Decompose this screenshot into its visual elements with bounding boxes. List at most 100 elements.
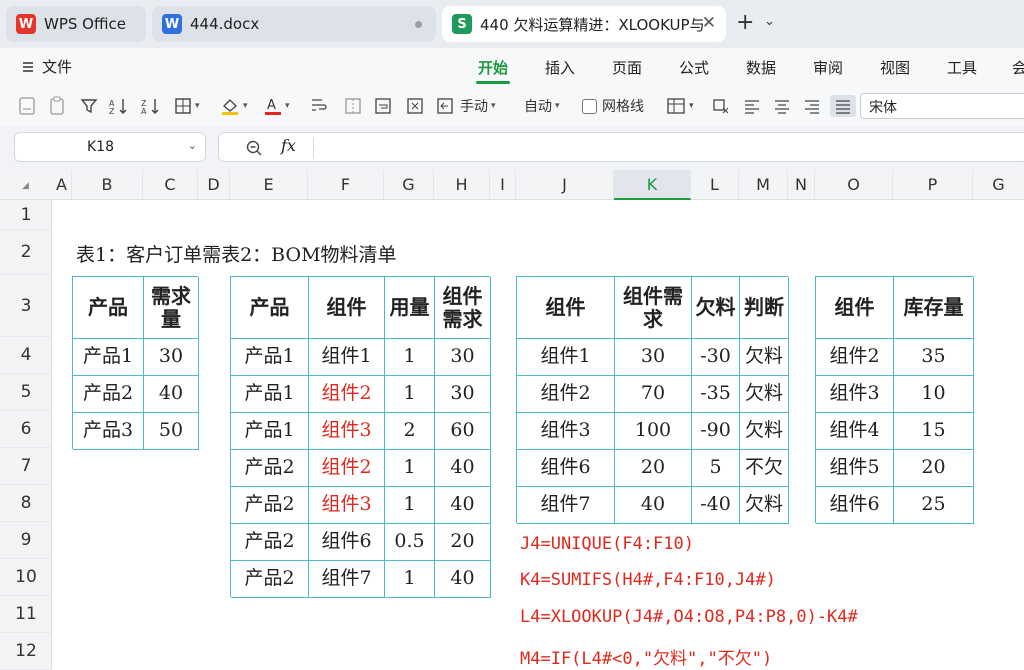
table-header-cell[interactable]: 需求量	[144, 277, 199, 339]
column-header-K[interactable]: K	[614, 170, 691, 200]
merge-cells-button[interactable]	[344, 95, 362, 117]
column-header-F[interactable]: F	[308, 170, 384, 200]
table-cell[interactable]: 产品2	[73, 376, 144, 413]
table-header-cell[interactable]: 组件	[816, 277, 894, 339]
table-cell[interactable]: 50	[144, 413, 199, 450]
tab-list-chevron-icon[interactable]: ⌄	[764, 14, 775, 29]
table-cell[interactable]: 2	[385, 413, 435, 450]
menu-review[interactable]: 审阅	[813, 57, 843, 78]
manual-row-height-button[interactable]: 手动 ▾	[436, 95, 496, 117]
column-header-D[interactable]: D	[198, 170, 230, 200]
table-cell[interactable]: 40	[435, 487, 491, 524]
table-cell[interactable]: 组件7	[517, 487, 615, 524]
table-cell[interactable]: 组件1	[309, 339, 385, 376]
chevron-down-icon[interactable]: ⌄	[188, 139, 197, 152]
table-header-cell[interactable]: 产品	[231, 277, 309, 339]
table-cell[interactable]: 组件6	[517, 450, 615, 487]
menu-member[interactable]: 会	[1012, 57, 1024, 78]
table-header-cell[interactable]: 库存量	[894, 277, 974, 339]
column-header-H[interactable]: H	[434, 170, 490, 200]
table-cell[interactable]: 组件2	[309, 450, 385, 487]
table-header-cell[interactable]: 判断	[740, 277, 789, 339]
column-header-G[interactable]: G	[384, 170, 434, 200]
row-header-8[interactable]: 8	[0, 485, 52, 522]
table-cell[interactable]: 0.5	[385, 524, 435, 561]
table-cell[interactable]: 组件5	[816, 450, 894, 487]
table-cell[interactable]: 1	[385, 450, 435, 487]
table-cell[interactable]: 欠料	[740, 339, 789, 376]
new-tab-button[interactable]: +	[736, 12, 754, 34]
fill-color-button[interactable]: ▾	[220, 95, 248, 117]
table-cell[interactable]: 20	[615, 450, 692, 487]
fx-icon[interactable]: fx	[281, 136, 296, 155]
table-cell[interactable]: 40	[435, 450, 491, 487]
auto-row-height-button[interactable]: 自动 ▾	[524, 95, 560, 117]
table-cell[interactable]: 35	[894, 339, 974, 376]
align-justify-button[interactable]	[830, 95, 856, 117]
table-cell[interactable]: 组件1	[517, 339, 615, 376]
row-header-2[interactable]: 2	[0, 230, 52, 275]
row-header-9[interactable]: 9	[0, 522, 52, 559]
format-number-button[interactable]	[18, 95, 36, 117]
table-cell[interactable]: 40	[615, 487, 692, 524]
align-left-button[interactable]	[744, 95, 760, 117]
table-cell[interactable]: 产品3	[73, 413, 144, 450]
align-right-button[interactable]	[804, 95, 820, 117]
column-header-E[interactable]: E	[230, 170, 308, 200]
column-header-M[interactable]: M	[739, 170, 788, 200]
line-break-button[interactable]	[374, 95, 392, 117]
formula-input[interactable]: fx	[218, 132, 1024, 162]
font-color-button[interactable]: A ▾	[264, 95, 290, 117]
table-cell[interactable]: 产品2	[231, 524, 309, 561]
table-cell[interactable]: 20	[894, 450, 974, 487]
table-header-cell[interactable]: 用量	[385, 277, 435, 339]
row-header-1[interactable]: 1	[0, 200, 52, 230]
zoom-icon[interactable]	[245, 139, 263, 157]
name-box[interactable]: K18 ⌄	[14, 132, 206, 162]
column-header-C[interactable]: C	[143, 170, 198, 200]
table-cell[interactable]: 25	[894, 487, 974, 524]
table-cell[interactable]: 不欠	[740, 450, 789, 487]
menu-page[interactable]: 页面	[612, 57, 642, 78]
table-cell[interactable]: -40	[692, 487, 740, 524]
table-cell[interactable]: 15	[894, 413, 974, 450]
table-cell[interactable]: 产品1	[73, 339, 144, 376]
row-header-11[interactable]: 11	[0, 596, 52, 633]
gridlines-toggle[interactable]: 网格线	[582, 95, 644, 117]
align-center-button[interactable]	[774, 95, 790, 117]
tab-wps-office[interactable]: W WPS Office	[6, 6, 146, 42]
table-cell[interactable]: 20	[435, 524, 491, 561]
table-cell[interactable]: 组件3	[816, 376, 894, 413]
menu-data[interactable]: 数据	[746, 57, 776, 78]
table-cell[interactable]: 产品1	[231, 413, 309, 450]
wrap-text-button[interactable]	[310, 95, 328, 117]
table-cell[interactable]: 组件2	[816, 339, 894, 376]
table-cell[interactable]: 40	[435, 561, 491, 598]
table-cell[interactable]: 欠料	[740, 376, 789, 413]
sort-ascending-button[interactable]: AZ	[108, 95, 130, 117]
table-cell[interactable]: 1	[385, 487, 435, 524]
column-header-B[interactable]: B	[72, 170, 143, 200]
table-cell[interactable]: 30	[144, 339, 199, 376]
table-cell[interactable]: -35	[692, 376, 740, 413]
table-cell[interactable]: 组件3	[309, 413, 385, 450]
table-header-cell[interactable]: 组件需求	[615, 277, 692, 339]
table-cell[interactable]: 欠料	[740, 487, 789, 524]
table-cell[interactable]: 30	[435, 339, 491, 376]
table-cell[interactable]: 组件6	[309, 524, 385, 561]
column-header-P[interactable]: P	[893, 170, 973, 200]
borders-button[interactable]: ▾	[174, 95, 200, 117]
table-cell[interactable]: 5	[692, 450, 740, 487]
column-header-N[interactable]: N	[788, 170, 815, 200]
tab-spreadsheet-active[interactable]: S 440 欠料运算精进：XLOOKUP与B ✕	[442, 6, 726, 42]
row-header-3[interactable]: 3	[0, 275, 52, 337]
table-header-cell[interactable]: 产品	[73, 277, 144, 339]
menu-tools[interactable]: 工具	[947, 57, 977, 78]
column-header-J[interactable]: J	[516, 170, 614, 200]
column-header-A[interactable]: A	[52, 170, 72, 200]
table-cell[interactable]: 30	[615, 339, 692, 376]
table-cell[interactable]: 1	[385, 339, 435, 376]
table-cell[interactable]: 1	[385, 561, 435, 598]
table-cell[interactable]: 组件2	[309, 376, 385, 413]
table-cell[interactable]: 40	[144, 376, 199, 413]
